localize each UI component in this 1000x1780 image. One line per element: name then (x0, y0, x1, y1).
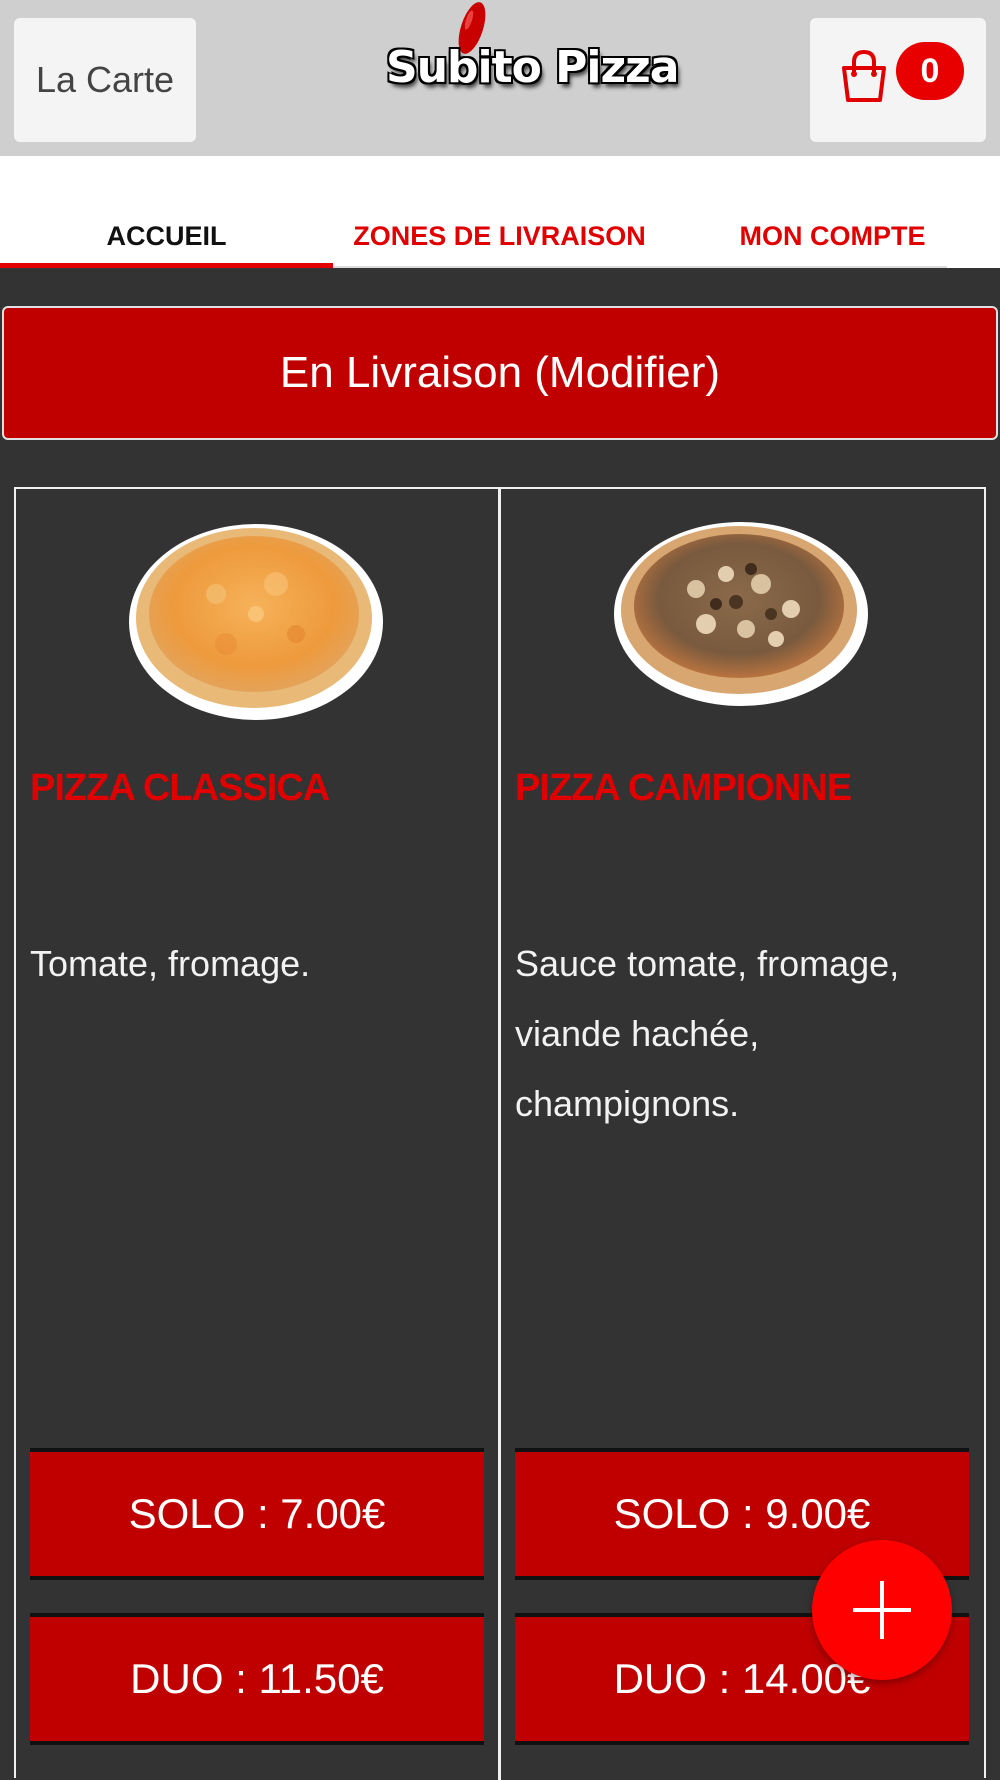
menu-carte-button[interactable]: La Carte (14, 18, 196, 142)
tab-accueil[interactable]: ACCUEIL (0, 156, 333, 268)
subito-pizza-logo[interactable]: Subito Pizza (380, 0, 679, 130)
product-description: Sauce tomate, fromage, viande hachée, ch… (515, 943, 900, 1124)
duo-price-button[interactable]: DUO : 11.50€ (30, 1613, 484, 1745)
tab-divider (333, 266, 947, 268)
pizza-campionne-image (614, 522, 868, 706)
tab-zones-de-livraison[interactable]: ZONES DE LIVRAISON (333, 156, 666, 268)
product-name: PIZZA CAMPIONNE (515, 767, 852, 809)
solo-price-button[interactable]: SOLO : 7.00€ (30, 1448, 484, 1580)
product-name: PIZZA CLASSICA (30, 767, 330, 809)
tab-bar: ACCUEIL ZONES DE LIVRAISON MON COMPTE (0, 156, 1000, 268)
cart-button[interactable]: 0 (810, 18, 986, 142)
tab-mon-compte[interactable]: MON COMPTE (666, 156, 999, 268)
top-bar: La Carte Subito Pizza 0 (0, 0, 1000, 156)
pizza-classica-image (129, 524, 383, 720)
cart-count-badge: 0 (896, 42, 964, 100)
delivery-mode-label: En Livraison (Modifier) (279, 348, 721, 397)
add-fab-button[interactable] (812, 1540, 952, 1680)
menu-carte-label: La Carte (35, 59, 175, 100)
shopping-bag-icon (842, 49, 886, 102)
product-description: Tomate, fromage. (30, 943, 311, 984)
logo-text: Subito Pizza (386, 42, 679, 93)
product-card: PIZZA CLASSICA Tomate, fromage. SOLO : 7… (16, 489, 498, 1780)
delivery-mode-button[interactable]: En Livraison (Modifier) (2, 306, 998, 440)
